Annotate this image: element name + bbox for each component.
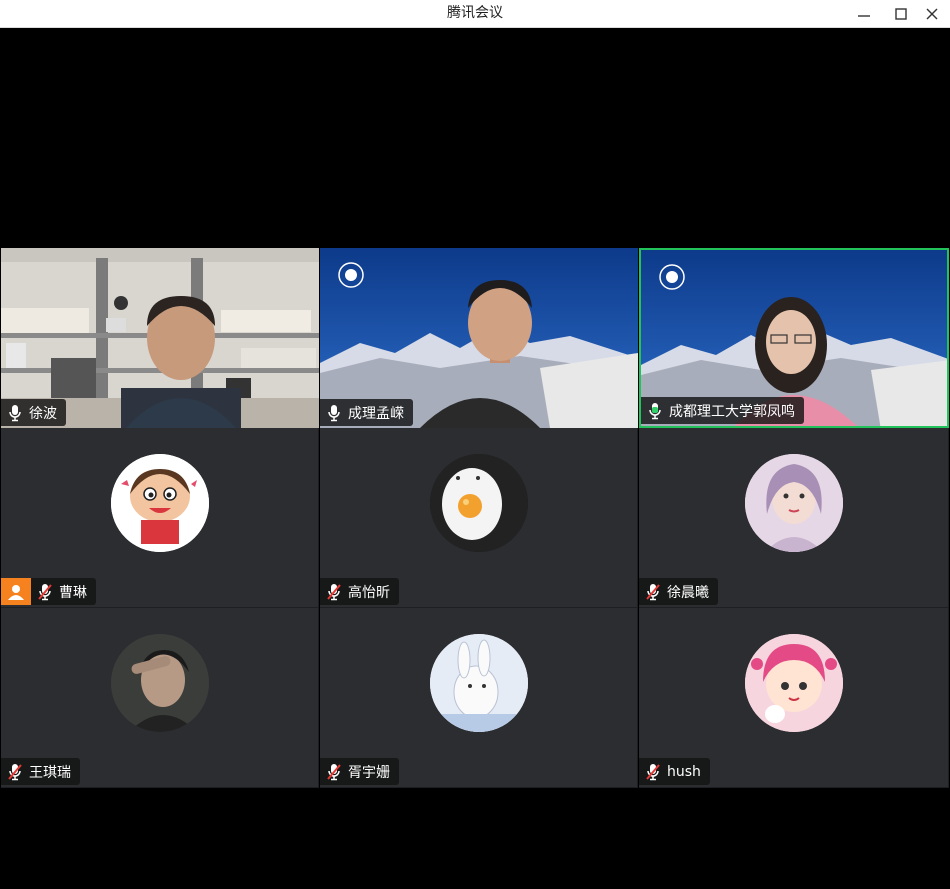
video-tile-participant-6[interactable]: 徐晨曦 bbox=[639, 428, 949, 608]
university-logo bbox=[659, 264, 685, 290]
maximize-icon bbox=[895, 7, 907, 20]
microphone-muted-icon[interactable] bbox=[37, 583, 53, 601]
window-title: 腾讯会议 bbox=[447, 5, 503, 21]
participant-nameplate: 成理孟嵘 bbox=[320, 399, 413, 426]
microphone-muted-icon[interactable] bbox=[7, 763, 23, 781]
host-badge bbox=[1, 578, 31, 605]
girl-photo-avatar bbox=[744, 454, 843, 552]
video-tile-participant-8[interactable]: 胥宇姗 bbox=[320, 608, 638, 788]
video-tile-participant-1[interactable]: 徐波 bbox=[1, 248, 319, 428]
video-tile-participant-2[interactable]: 成理孟嵘 bbox=[320, 248, 638, 428]
close-icon bbox=[926, 8, 938, 19]
title-bar: 腾讯会议 bbox=[0, 0, 950, 28]
participant-nameplate: 胥宇姗 bbox=[320, 758, 399, 785]
microphone-icon[interactable] bbox=[326, 404, 342, 422]
microphone-muted-icon[interactable] bbox=[645, 763, 661, 781]
avatar bbox=[429, 634, 528, 732]
avatar bbox=[744, 454, 843, 552]
microphone-active-icon[interactable] bbox=[647, 402, 663, 420]
avatar bbox=[429, 454, 528, 552]
participant-name: 徐波 bbox=[29, 405, 57, 422]
participant-nameplate: 徐晨曦 bbox=[639, 578, 718, 605]
participant-nameplate: 高怡昕 bbox=[320, 578, 399, 605]
participant-name: 王琪瑞 bbox=[29, 764, 71, 781]
participant-name: 曹琳 bbox=[59, 584, 87, 601]
cartoon-boy-avatar bbox=[110, 454, 209, 552]
participant-name: 成理孟嵘 bbox=[348, 405, 404, 422]
avatar bbox=[110, 634, 209, 732]
university-emblem-icon bbox=[338, 262, 364, 288]
cartoon-girl-avatar bbox=[744, 634, 843, 732]
bunny-avatar bbox=[429, 634, 528, 732]
video-tile-participant-7[interactable]: 王琪瑞 bbox=[1, 608, 319, 788]
video-tile-participant-4[interactable]: 曹琳 bbox=[1, 428, 319, 608]
university-logo bbox=[338, 262, 364, 288]
microphone-muted-icon[interactable] bbox=[645, 583, 661, 601]
boy-photo-avatar bbox=[110, 634, 209, 732]
video-tile-participant-5[interactable]: 高怡昕 bbox=[320, 428, 638, 608]
participant-name: hush bbox=[667, 763, 701, 780]
participant-nameplate: 王琪瑞 bbox=[1, 758, 80, 785]
video-tile-participant-9[interactable]: hush bbox=[639, 608, 949, 788]
participant-name: 徐晨曦 bbox=[667, 584, 709, 601]
close-button[interactable] bbox=[914, 0, 950, 27]
avatar bbox=[744, 634, 843, 732]
microphone-icon[interactable] bbox=[7, 404, 23, 422]
minimize-icon bbox=[858, 14, 870, 17]
participant-name: 成都理工大学郭凤鸣 bbox=[669, 403, 795, 420]
participant-nameplate: hush bbox=[639, 758, 710, 785]
participant-nameplate: 成都理工大学郭凤鸣 bbox=[641, 397, 804, 424]
participant-nameplate: 曹琳 bbox=[31, 578, 96, 605]
microphone-muted-icon[interactable] bbox=[326, 583, 342, 601]
avatar bbox=[110, 454, 209, 552]
minimize-button[interactable] bbox=[846, 0, 882, 27]
participant-name: 高怡昕 bbox=[348, 584, 390, 601]
university-emblem-icon bbox=[659, 264, 685, 290]
meeting-stage: 徐波 成理孟嵘 成都理工大学郭凤鸣 曹琳 高怡昕 徐晨曦 王琪瑞 胥宇姗 hus… bbox=[0, 28, 950, 889]
person-icon bbox=[8, 584, 24, 600]
microphone-muted-icon[interactable] bbox=[326, 763, 342, 781]
egg-avatar bbox=[429, 454, 528, 552]
video-grid: 徐波 成理孟嵘 成都理工大学郭凤鸣 曹琳 高怡昕 徐晨曦 王琪瑞 胥宇姗 hus… bbox=[1, 248, 949, 788]
video-tile-participant-3[interactable]: 成都理工大学郭凤鸣 bbox=[639, 248, 949, 428]
participant-name: 胥宇姗 bbox=[348, 764, 390, 781]
participant-nameplate: 徐波 bbox=[1, 399, 66, 426]
